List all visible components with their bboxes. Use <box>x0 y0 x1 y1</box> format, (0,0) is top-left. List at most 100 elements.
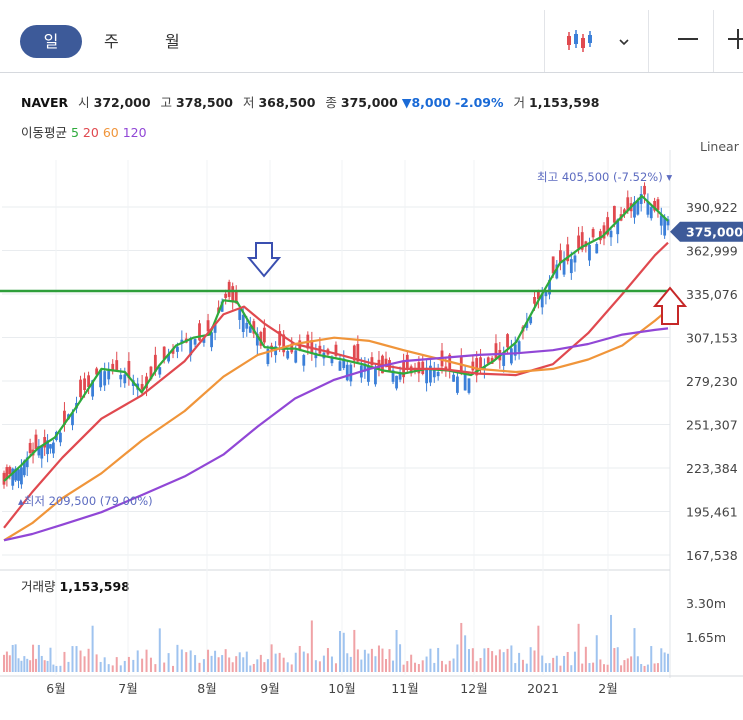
candle-body <box>452 374 455 382</box>
volume-bar <box>633 628 636 672</box>
volume-bar <box>46 660 49 672</box>
volume-bar <box>49 647 52 672</box>
volume-bar <box>235 656 238 672</box>
volume-bar <box>660 648 663 672</box>
volume-bar <box>502 652 505 672</box>
volume-bar <box>318 661 321 672</box>
volume-bar <box>207 649 210 672</box>
candle-body <box>591 228 595 238</box>
volume-bar <box>620 665 623 672</box>
volume-bar <box>306 653 309 672</box>
volume-bar <box>107 664 110 672</box>
volume-bar <box>334 663 337 672</box>
volume-bar <box>132 659 135 672</box>
volume-bar <box>653 663 656 672</box>
volume-bar <box>326 648 329 672</box>
candle-body <box>463 373 467 391</box>
candle-body <box>636 200 640 215</box>
candle-body <box>479 357 482 369</box>
volume-bar <box>322 655 325 672</box>
volume-bar <box>245 651 248 672</box>
volume-bar <box>410 654 413 672</box>
candle-body <box>227 281 231 297</box>
volume-bar <box>34 658 37 672</box>
volume-bar <box>278 652 281 672</box>
volume-bar <box>475 661 478 672</box>
candle-body <box>573 255 577 263</box>
x-tick-label: 10월 <box>328 681 355 696</box>
volume-bar <box>479 657 482 672</box>
candle-body <box>494 343 498 359</box>
volume-bar <box>242 657 245 672</box>
volume-bar <box>17 658 20 672</box>
candle-body <box>119 374 123 380</box>
up-arrow-icon <box>652 286 688 325</box>
volume-bar <box>491 651 494 672</box>
volume-bar <box>40 655 43 672</box>
current-price-label: 375,000 <box>686 224 743 239</box>
y-tick-label: 223,384 <box>686 461 738 476</box>
volume-bar <box>266 659 269 672</box>
volume-bar <box>467 649 470 672</box>
candle-body <box>506 334 509 348</box>
candle-body <box>577 235 580 249</box>
volume-bar <box>429 648 432 672</box>
volume-bar <box>263 662 266 672</box>
price-chart[interactable]: 최고 405,500 (-7.52%) ▾ ▴최저 209,500 (79.00%… <box>0 0 743 720</box>
candle-body <box>302 355 306 366</box>
volume-bar <box>452 658 455 672</box>
x-tick-label: 9월 <box>260 681 279 696</box>
volume-bar <box>374 656 377 672</box>
volume-bar <box>577 623 580 672</box>
volume-bar <box>616 647 619 672</box>
volume-bar <box>494 655 497 672</box>
candle-body <box>83 378 86 391</box>
volume-bar <box>172 665 175 672</box>
candle-body <box>115 360 119 371</box>
x-tick-label: 12월 <box>460 681 487 696</box>
x-tick-label: 7월 <box>118 681 137 696</box>
volume-bar <box>163 662 166 672</box>
volume-bar <box>202 659 205 672</box>
volume-bar <box>588 663 591 672</box>
volume-bar <box>643 665 646 672</box>
volume-bar <box>154 664 157 672</box>
volume-bar <box>91 625 94 672</box>
candle-body <box>28 442 32 454</box>
candle-body <box>517 341 521 352</box>
candle-body <box>502 354 506 366</box>
volume-bar <box>256 659 259 672</box>
volume-bar <box>63 651 66 672</box>
volume-bar <box>518 652 521 672</box>
candle-body <box>663 217 667 236</box>
volume-bar <box>67 661 70 672</box>
volume-bar <box>136 650 139 672</box>
candle-body <box>224 293 228 298</box>
volume-bar <box>456 644 459 672</box>
volume-bar <box>119 665 122 672</box>
candle-body <box>551 256 555 274</box>
volume-bar <box>43 660 46 672</box>
candle-body <box>533 296 536 304</box>
volume-bar <box>592 662 595 672</box>
y-tick-label: 362,999 <box>686 244 738 259</box>
volume-bar <box>314 660 317 672</box>
volume-bar <box>425 656 428 672</box>
x-tick-label: 8월 <box>197 681 216 696</box>
candle-body <box>612 205 616 223</box>
candle-body <box>349 364 353 382</box>
volume-bar <box>353 629 356 672</box>
candle-body <box>49 444 52 449</box>
volume-bar <box>249 665 252 672</box>
candle-body <box>456 376 459 393</box>
volume-bar <box>599 659 602 672</box>
volume-bar <box>282 657 285 672</box>
volume-bar <box>529 647 532 672</box>
volume-bar <box>584 646 587 672</box>
volume-bar <box>510 645 513 672</box>
volume-bar <box>123 660 126 672</box>
candle-body <box>649 207 653 219</box>
volume-bar <box>224 649 227 672</box>
chart-axes: 390,922 362,999 335,076 307,153 279,230 251,3… <box>46 200 737 696</box>
volume-bar <box>623 660 626 672</box>
